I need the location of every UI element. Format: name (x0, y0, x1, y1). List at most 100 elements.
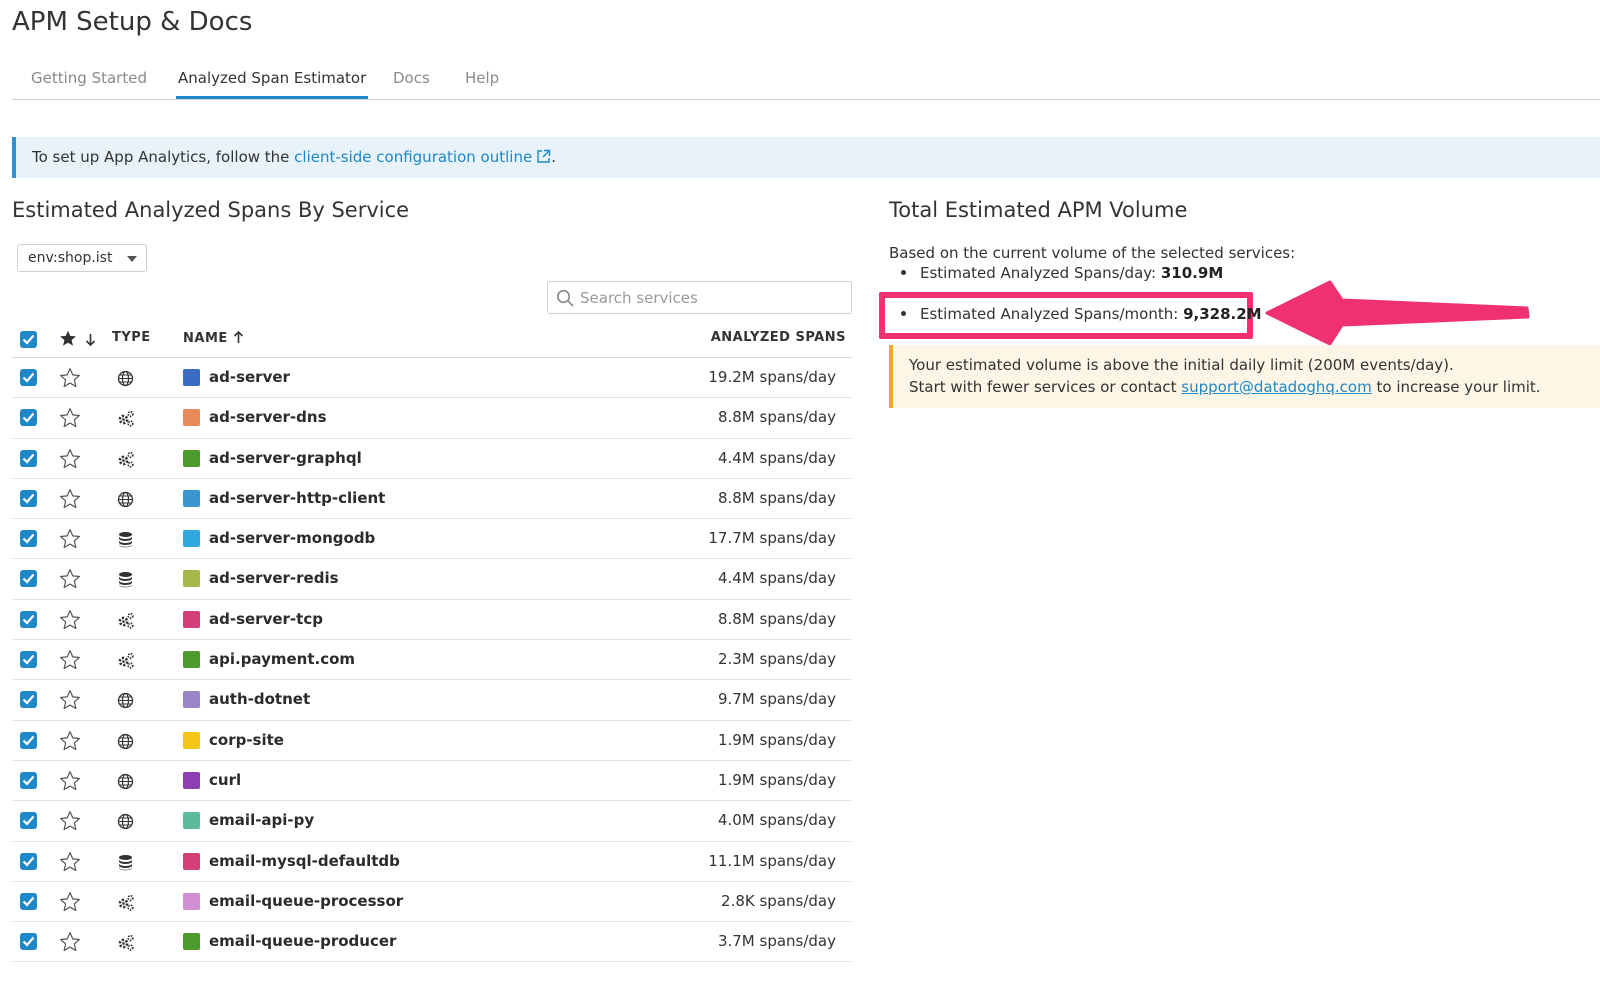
analyzed-spans-value: 2.3M spans/day (717, 650, 836, 669)
env-filter-dropdown[interactable]: env:shop.ist (17, 244, 147, 272)
service-name[interactable]: ad-server (209, 368, 290, 386)
name-column-label[interactable]: NAME (183, 331, 228, 346)
service-name[interactable]: corp-site (209, 731, 284, 749)
row-checkbox[interactable] (20, 691, 37, 709)
table-row[interactable]: email-api-py 4.0M spans/day (12, 801, 852, 842)
star-icon[interactable] (59, 448, 81, 473)
service-color-swatch (183, 570, 200, 588)
table-row[interactable]: corp-site 1.9M spans/day (12, 721, 852, 761)
service-color-swatch (183, 530, 200, 548)
table-row[interactable]: curl 1.9M spans/day (12, 761, 852, 802)
gears-icon (117, 652, 135, 673)
table-body: ad-server 19.2M spans/day ad-server-dns 8.8… (12, 358, 852, 963)
service-name[interactable]: email-api-py (209, 811, 314, 829)
row-checkbox[interactable] (20, 933, 37, 951)
config-outline-link[interactable]: client-side configuration outline (294, 148, 551, 166)
row-checkbox[interactable] (20, 449, 37, 467)
service-name[interactable]: email-queue-producer (209, 932, 396, 950)
service-name[interactable]: ad-server-mongodb (209, 529, 375, 547)
row-checkbox[interactable] (20, 369, 37, 386)
service-name[interactable]: email-queue-processor (209, 892, 403, 910)
star-icon[interactable] (59, 488, 81, 513)
table-row[interactable]: ad-server-mongodb 17.7M spans/day (12, 519, 852, 560)
service-name[interactable]: ad-server-graphql (209, 449, 362, 467)
service-name[interactable]: email-mysql-defaultdb (209, 852, 400, 870)
service-color-swatch (183, 812, 200, 830)
tab-getting-started[interactable]: Getting Started (31, 62, 147, 100)
chevron-down-icon (127, 256, 137, 262)
table-row[interactable]: email-queue-processor 2.8K spans/day (12, 882, 852, 923)
search-input[interactable] (580, 286, 840, 310)
row-checkbox[interactable] (20, 409, 37, 427)
database-icon (117, 531, 134, 552)
row-checkbox[interactable] (20, 610, 37, 628)
favorite-sort-header[interactable] (59, 330, 96, 351)
service-name[interactable]: ad-server-tcp (209, 610, 323, 628)
search-services[interactable] (547, 281, 852, 314)
analyzed-spans-value: 19.2M spans/day (708, 368, 836, 386)
table-row[interactable]: api.payment.com 2.3M spans/day (12, 640, 852, 681)
table-row[interactable]: auth-dotnet 9.7M spans/day (12, 680, 852, 721)
analyzed-spans-value: 9.7M spans/day (717, 690, 836, 709)
support-email-link[interactable]: support@datadoghq.com (1181, 378, 1371, 396)
service-name[interactable]: ad-server-http-client (209, 489, 385, 507)
row-checkbox[interactable] (20, 651, 37, 669)
globe-icon (117, 491, 134, 512)
table-row[interactable]: ad-server-http-client 8.8M spans/day (12, 479, 852, 520)
row-checkbox[interactable] (20, 530, 37, 548)
star-icon[interactable] (59, 649, 81, 674)
star-icon[interactable] (59, 568, 81, 593)
banner-text: To set up App Analytics, follow the (32, 148, 295, 166)
spans-per-month-value: 9,328.2M (1183, 305, 1262, 323)
star-icon[interactable] (59, 770, 81, 795)
service-name[interactable]: curl (209, 771, 241, 789)
row-checkbox[interactable] (20, 892, 37, 910)
star-icon[interactable] (59, 407, 81, 432)
table-row[interactable]: email-mysql-defaultdb 11.1M spans/day (12, 842, 852, 882)
star-icon[interactable] (59, 528, 81, 553)
star-icon[interactable] (59, 810, 81, 835)
service-name[interactable]: auth-dotnet (209, 690, 310, 708)
service-color-swatch (183, 691, 200, 709)
star-icon[interactable] (59, 851, 81, 876)
tab-help[interactable]: Help (465, 62, 499, 100)
row-checkbox[interactable] (20, 489, 37, 507)
spans-column-header[interactable]: ANALYZED SPANS (711, 330, 846, 345)
tab-docs[interactable]: Docs (393, 62, 430, 100)
table-row[interactable]: ad-server-tcp 8.8M spans/day (12, 600, 852, 641)
external-link-icon[interactable] (536, 139, 551, 180)
table-row[interactable]: email-queue-producer 3.7M spans/day (12, 922, 852, 963)
star-icon[interactable] (59, 689, 81, 714)
name-column-header[interactable]: NAME (183, 330, 244, 346)
globe-icon (117, 813, 134, 834)
service-name[interactable]: ad-server-redis (209, 569, 339, 587)
star-filled-icon (60, 330, 76, 346)
star-icon[interactable] (59, 931, 81, 956)
table-row[interactable]: ad-server 19.2M spans/day (12, 358, 852, 399)
star-icon[interactable] (59, 367, 81, 392)
star-icon[interactable] (59, 609, 81, 634)
total-volume-title: Total Estimated APM Volume (889, 198, 1188, 222)
tab-analyzed-span-estimator[interactable]: Analyzed Span Estimator (175, 62, 369, 100)
config-outline-link-text[interactable]: client-side configuration outline (294, 148, 532, 166)
spans-by-service-title: Estimated Analyzed Spans By Service (12, 198, 410, 222)
row-checkbox[interactable] (20, 570, 37, 588)
search-icon (556, 289, 574, 307)
type-column-header[interactable]: TYPE (112, 330, 151, 345)
table-row[interactable]: ad-server-dns 8.8M spans/day (12, 398, 852, 439)
database-icon (117, 854, 134, 875)
gears-icon (117, 934, 135, 955)
service-name[interactable]: api.payment.com (209, 650, 355, 668)
arrow-down-icon (86, 334, 96, 347)
row-checkbox[interactable] (20, 812, 37, 830)
table-row[interactable]: ad-server-redis 4.4M spans/day (12, 559, 852, 600)
star-icon[interactable] (59, 730, 81, 755)
select-all-checkbox[interactable] (20, 331, 37, 348)
row-checkbox[interactable] (20, 731, 37, 749)
service-name[interactable]: ad-server-dns (209, 408, 327, 426)
analyzed-spans-value: 4.0M spans/day (717, 811, 836, 830)
row-checkbox[interactable] (20, 771, 37, 789)
star-icon[interactable] (59, 891, 81, 916)
row-checkbox[interactable] (20, 852, 37, 870)
table-row[interactable]: ad-server-graphql 4.4M spans/day (12, 439, 852, 479)
